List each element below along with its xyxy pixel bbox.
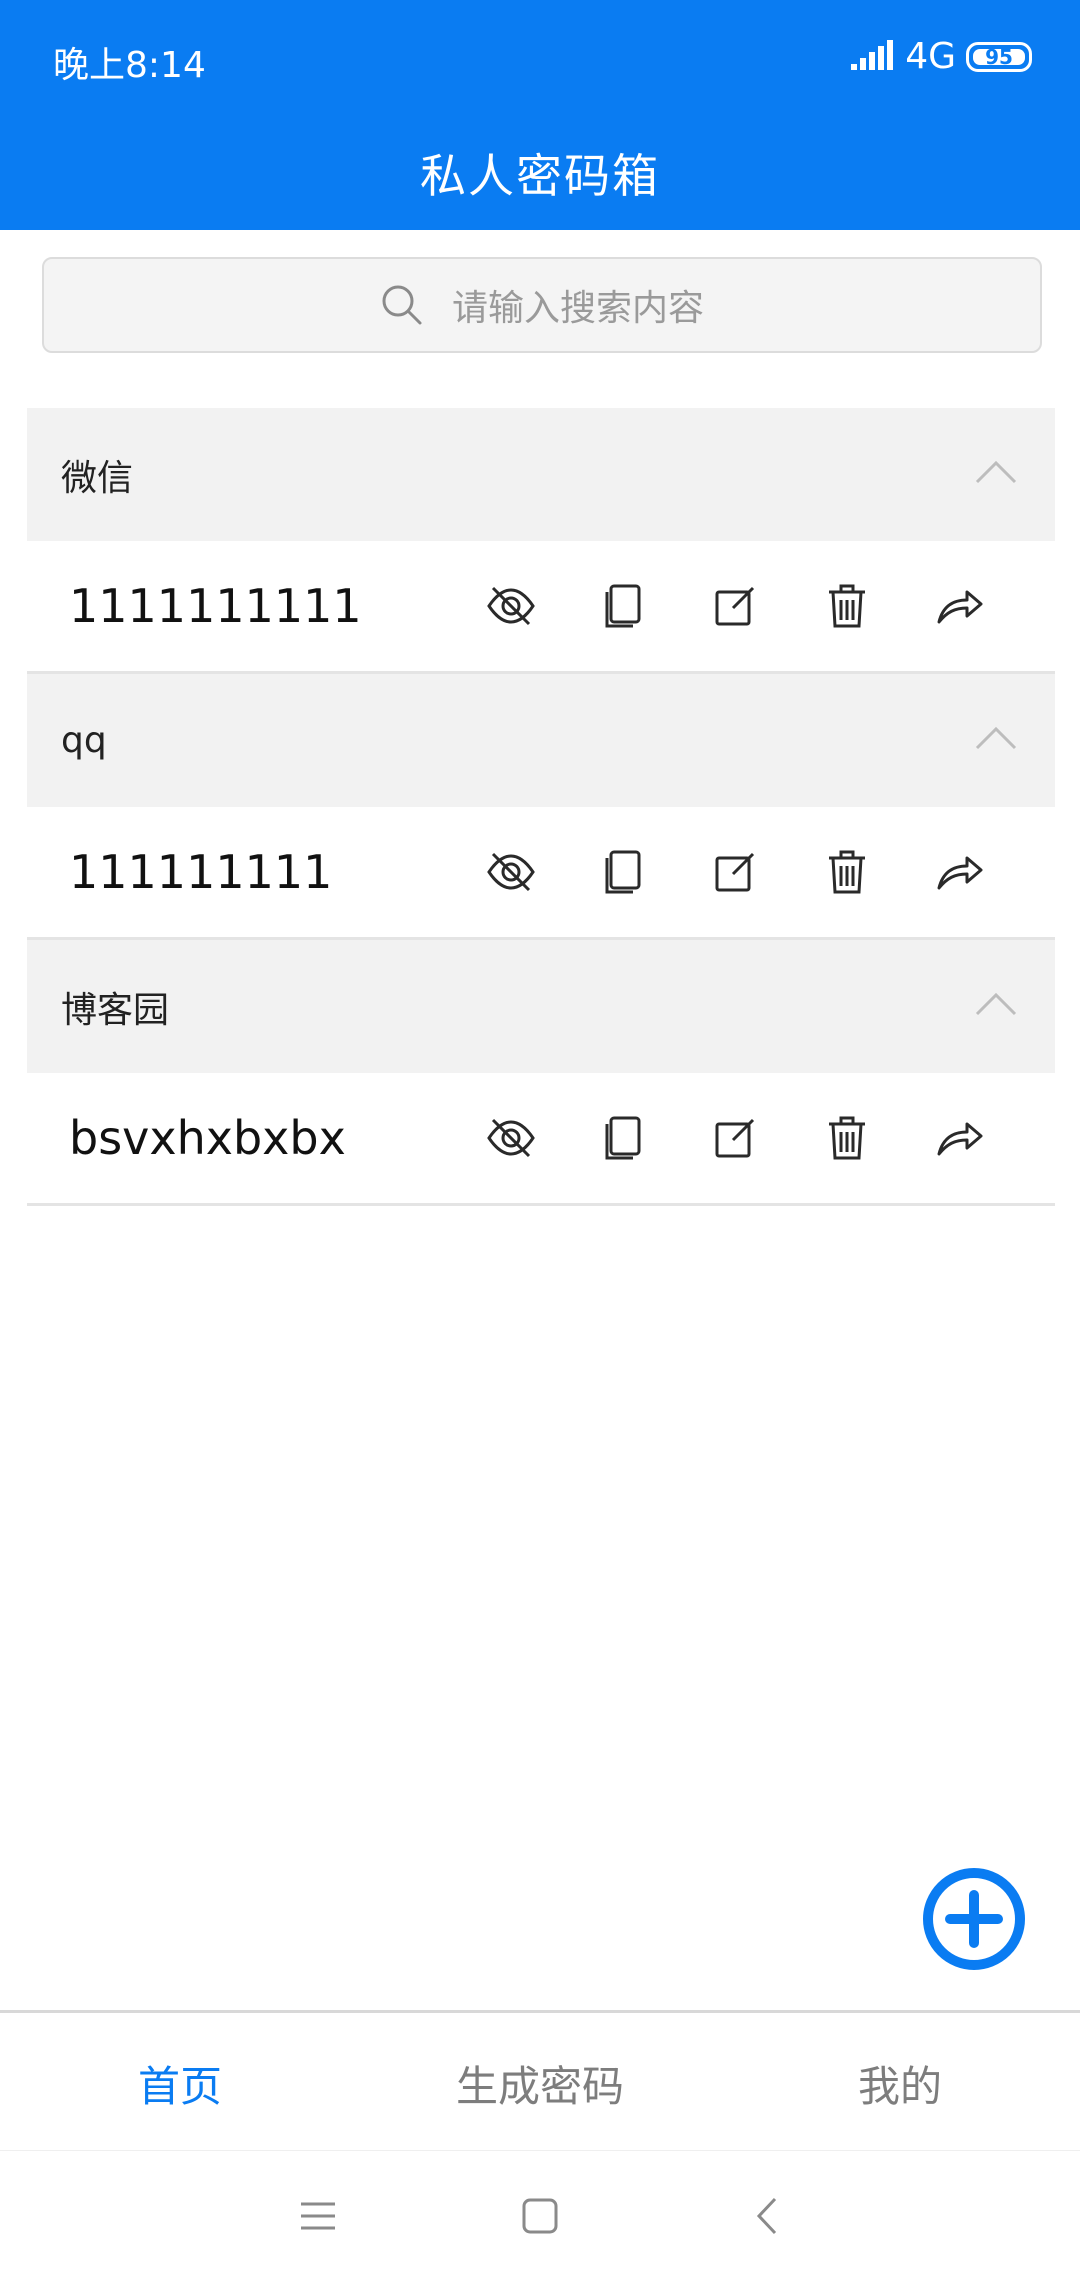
trash-icon[interactable] [821,580,873,632]
entry-row: 111111111 [27,807,1055,940]
group-header-wechat[interactable]: 微信 [27,408,1055,541]
status-time: 晚上8:14 [53,45,206,86]
edit-icon[interactable] [709,1112,761,1164]
app-header: 晚上8:14 4G 95 私人密码箱 [0,0,1080,230]
group-title: 博客园 [61,989,170,1031]
entry-password: 111111111 [69,845,333,899]
trash-icon[interactable] [821,1112,873,1164]
edit-icon[interactable] [709,580,761,632]
copy-icon[interactable] [597,1112,649,1164]
share-icon[interactable] [933,1112,985,1164]
eye-off-icon[interactable] [485,580,537,632]
home-icon[interactable] [515,2191,565,2241]
network-type: 4G [905,36,956,77]
status-bar: 晚上8:14 4G 95 [0,0,1080,118]
share-icon[interactable] [933,580,985,632]
signal-icon [851,39,894,70]
system-nav-bar [0,2150,1080,2280]
edit-icon[interactable] [709,846,761,898]
search-placeholder: 请输入搜索内容 [451,288,704,329]
search-icon [382,285,422,325]
search-input[interactable]: 请输入搜索内容 [42,257,1042,353]
entry-row: 1111111111 [27,541,1055,674]
group-header-cnblogs[interactable]: 博客园 [27,940,1055,1073]
copy-icon[interactable] [597,580,649,632]
group-title: 微信 [61,457,134,499]
menu-icon[interactable] [293,2191,343,2241]
share-icon[interactable] [933,846,985,898]
group-title: qq [61,720,107,761]
entry-row: bsvxhxbxbx [27,1073,1055,1206]
tab-mine[interactable]: 我的 [720,2013,1080,2153]
entry-actions [485,1073,985,1203]
entry-actions [485,807,985,937]
chevron-up-icon[interactable] [973,716,1019,762]
eye-off-icon[interactable] [485,846,537,898]
bottom-tab-bar: 首页 生成密码 我的 [0,2010,1080,2150]
entry-actions [485,541,985,671]
copy-icon[interactable] [597,846,649,898]
add-circle-icon[interactable] [922,1867,1026,1971]
entry-password: 1111111111 [69,579,362,633]
trash-icon[interactable] [821,846,873,898]
battery-level: 95 [985,44,1013,69]
chevron-up-icon[interactable] [973,450,1019,496]
chevron-up-icon[interactable] [973,982,1019,1028]
battery-icon: 95 [966,41,1032,72]
page-title: 私人密码箱 [420,149,660,203]
eye-off-icon[interactable] [485,1112,537,1164]
tab-generate-password[interactable]: 生成密码 [360,2013,720,2153]
back-icon[interactable] [743,2191,793,2241]
tab-home[interactable]: 首页 [0,2013,360,2153]
group-header-qq[interactable]: qq [27,674,1055,807]
entry-password: bsvxhxbxbx [69,1111,346,1165]
status-indicators: 4G 95 [851,36,1032,77]
